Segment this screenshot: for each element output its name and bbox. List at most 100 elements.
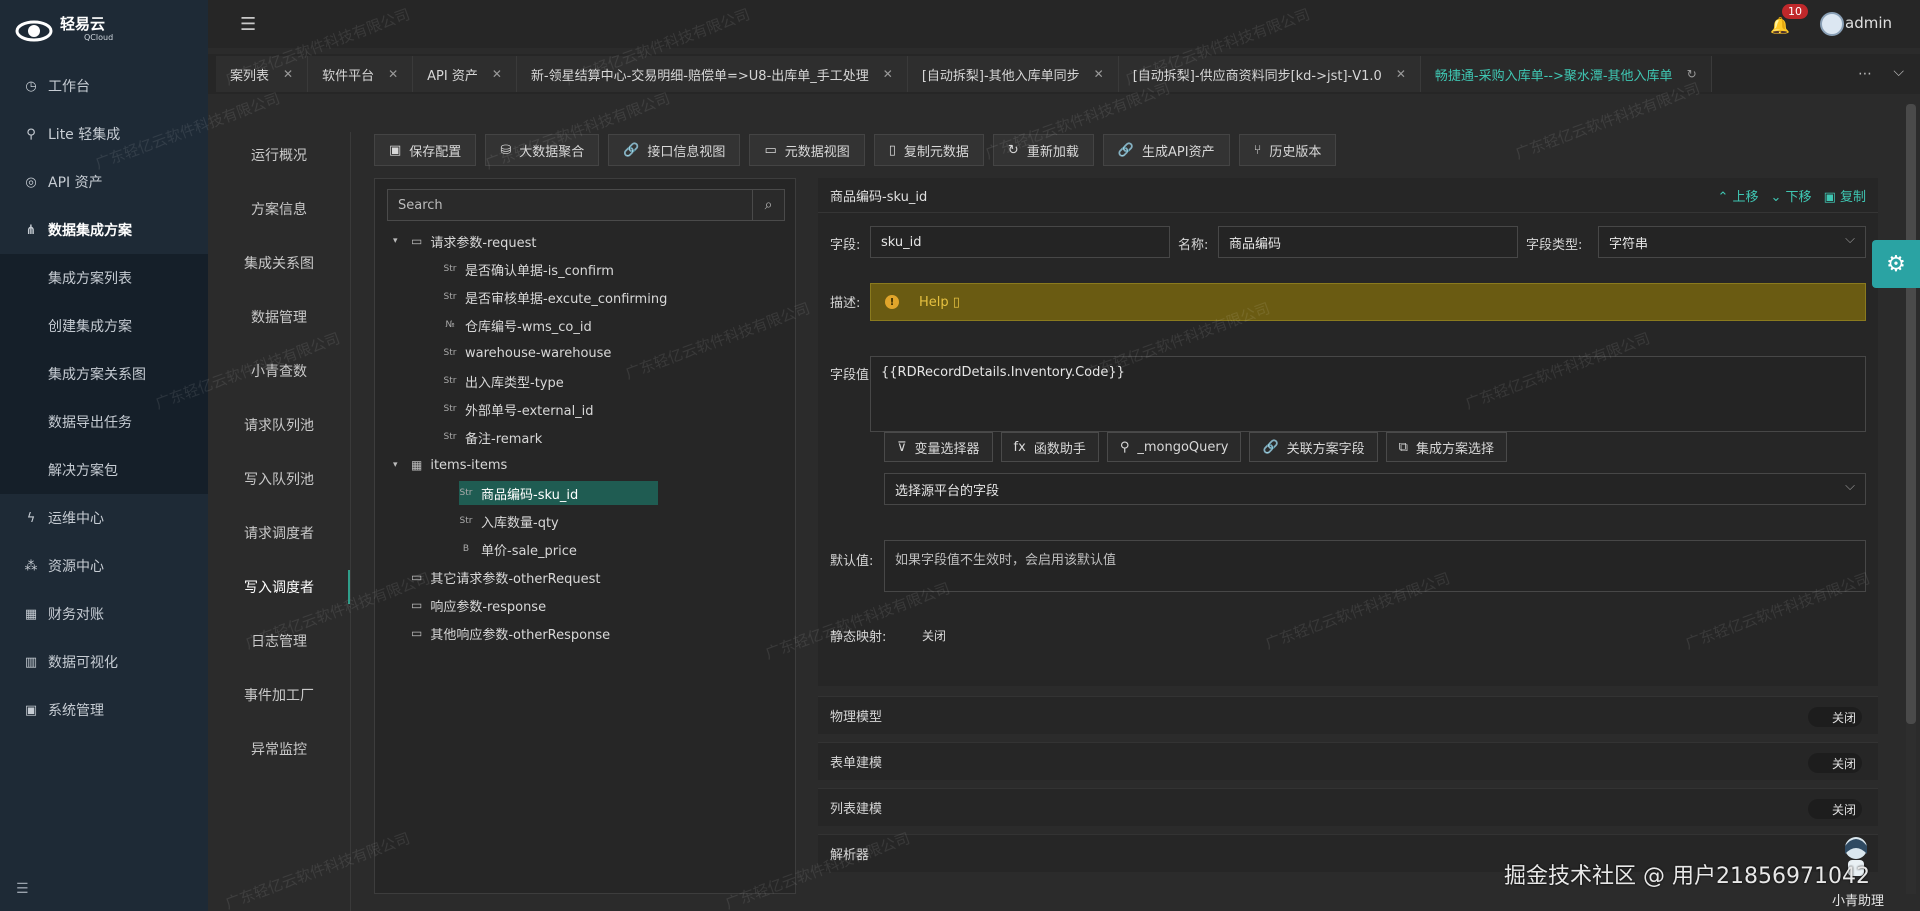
avatar[interactable] xyxy=(1820,12,1844,36)
type-select[interactable]: 字符串 xyxy=(1598,226,1866,258)
field-input[interactable]: sku_id xyxy=(870,226,1170,258)
helper-button-1[interactable]: fx 函数助手 xyxy=(1000,432,1099,462)
source-field-select[interactable]: 选择源平台的字段 xyxy=(884,473,1866,505)
tab-3[interactable]: 新-领星结算中心-交易明细-赔偿单=>U8-出库单_手工处理 ✕ xyxy=(516,56,908,92)
toolbar-button-0[interactable]: ▣ 保存配置 xyxy=(374,134,477,166)
nav-item-6[interactable]: ▦ 财务对账 xyxy=(0,590,208,638)
tab-2[interactable]: API 资产 ✕ xyxy=(413,56,517,92)
toolbar-button-7[interactable]: ⑂ 历史版本 xyxy=(1238,134,1337,166)
tree-node[interactable]: Str 商品编码-sku_id xyxy=(459,481,659,505)
tab-0[interactable]: 案列表 ✕ xyxy=(216,56,309,92)
tab-1[interactable]: 软件平台 ✕ xyxy=(308,56,414,92)
submenu-item[interactable]: 运行概况 xyxy=(208,128,350,182)
toolbar-button-3[interactable]: ▭ 元数据视图 xyxy=(749,134,865,166)
submenu-item[interactable]: 请求调度者 xyxy=(208,506,350,560)
tree-node[interactable]: ▾ ▦ items-items xyxy=(393,453,507,477)
close-icon[interactable]: ✕ xyxy=(388,67,398,81)
tree-node[interactable]: Str 是否确认单据-is_confirm xyxy=(443,257,614,281)
logo[interactable]: 轻易云 QCloud xyxy=(0,0,208,62)
tree-node[interactable]: № 仓库编号-wms_co_id xyxy=(443,313,591,337)
nav-item-0[interactable]: ◷ 工作台 xyxy=(0,62,208,110)
tree-node[interactable]: Str 外部单号-external_id xyxy=(443,397,594,421)
tree-node[interactable]: Str warehouse-warehouse xyxy=(443,341,612,365)
tree-node[interactable]: ▭ 响应参数-response xyxy=(393,593,546,617)
tab-4[interactable]: [自动拆梨]-其他入库单同步 ✕ xyxy=(907,56,1119,92)
nav-subitem[interactable]: 解决方案包 xyxy=(0,446,208,494)
submenu-item[interactable]: 集成关系图 xyxy=(208,236,350,290)
toolbar-button-1[interactable]: ⛁ 大数据聚合 xyxy=(485,134,600,166)
nav-item-5[interactable]: ⁂ 资源中心 xyxy=(0,542,208,590)
submenu-item[interactable]: 写入调度者 xyxy=(208,560,350,614)
submenu-item[interactable]: 请求队列池 xyxy=(208,398,350,452)
caret-down-icon[interactable]: ▾ xyxy=(393,236,403,246)
tree-node[interactable]: B 单价-sale_price xyxy=(459,537,577,561)
static-mapping-toggle[interactable]: 关闭 xyxy=(922,627,946,644)
collapsible-section[interactable]: 表单建模 关闭 xyxy=(818,742,1878,780)
scrollbar-thumb[interactable] xyxy=(1906,104,1916,724)
section-toggle[interactable]: 关闭 xyxy=(1808,753,1862,773)
tab-5[interactable]: [自动拆梨]-供应商资料同步[kd->jst]-V1.0 ✕ xyxy=(1118,56,1421,92)
submenu-item[interactable]: 小青查数 xyxy=(208,344,350,398)
nav-item-7[interactable]: ▥ 数据可视化 xyxy=(0,638,208,686)
nav-item-8[interactable]: ▣ 系统管理 xyxy=(0,686,208,734)
value-textarea[interactable]: {{RDRecordDetails.Inventory.Code}} xyxy=(870,356,1866,432)
toolbar-button-2[interactable]: 🔗 接口信息视图 xyxy=(608,134,741,166)
copy-button[interactable]: ▣ 复制 xyxy=(1824,186,1866,205)
search-input[interactable] xyxy=(388,190,752,220)
toolbar-button-6[interactable]: 🔗 生成API资产 xyxy=(1102,134,1230,166)
more-tabs-icon[interactable]: ⋯ xyxy=(1858,66,1872,82)
tree-node[interactable]: Str 是否审核单据-excute_confirming xyxy=(443,285,668,309)
collapsible-section[interactable]: 物理模型 关闭 xyxy=(818,696,1878,734)
collapse-menu-icon[interactable]: ☰ xyxy=(16,881,29,897)
close-icon[interactable]: ✕ xyxy=(492,67,502,81)
helper-button-3[interactable]: 🔗 关联方案字段 xyxy=(1249,432,1378,462)
submenu-item[interactable]: 异常监控 xyxy=(208,722,350,776)
username[interactable]: admin xyxy=(1845,14,1892,32)
nav-subitem[interactable]: 集成方案列表 xyxy=(0,254,208,302)
move-up-button[interactable]: ⌃ 上移 xyxy=(1717,186,1758,205)
helper-button-0[interactable]: ⊽ 变量选择器 xyxy=(884,432,993,462)
submenu-item[interactable]: 数据管理 xyxy=(208,290,350,344)
close-icon[interactable]: ✕ xyxy=(883,67,893,81)
submenu-item[interactable]: 写入队列池 xyxy=(208,452,350,506)
section-toggle[interactable]: 关闭 xyxy=(1808,707,1862,727)
gear-icon[interactable]: ⚙ xyxy=(1872,240,1920,288)
search-icon[interactable]: ⌕ xyxy=(752,190,784,220)
tree-node[interactable]: Str 入库数量-qty xyxy=(459,509,559,533)
collapsible-section[interactable]: 列表建模 关闭 xyxy=(818,788,1878,826)
helper-button-2[interactable]: ⚲ _mongoQuery xyxy=(1106,432,1242,462)
nav-item-2[interactable]: ◎ API 资产 xyxy=(0,158,208,206)
nav-subitem[interactable]: 创建集成方案 xyxy=(0,302,208,350)
menu-toggle-icon[interactable]: ☰ xyxy=(240,14,256,35)
caret-down-icon[interactable]: ▾ xyxy=(393,460,403,470)
tree-node[interactable]: ▭ 其他响应参数-otherResponse xyxy=(393,621,610,645)
tree-node[interactable]: Str 备注-remark xyxy=(443,425,543,449)
nav-subitem[interactable]: 数据导出任务 xyxy=(0,398,208,446)
nav-item-3[interactable]: ⋔ 数据集成方案 xyxy=(0,206,208,254)
default-value-textarea[interactable]: 如果字段值不生效时，会启用该默认值 xyxy=(884,540,1866,592)
refresh-icon[interactable]: ↻ xyxy=(1687,67,1697,81)
type-icon: Str xyxy=(459,488,473,498)
move-down-button[interactable]: ⌄ 下移 xyxy=(1771,186,1812,205)
tabs-dropdown-icon[interactable]: ⌵ xyxy=(1893,64,1904,80)
submenu-item[interactable]: 方案信息 xyxy=(208,182,350,236)
help-link[interactable]: Help ▯ xyxy=(919,295,960,310)
tree-node[interactable]: ▭ 其它请求参数-otherRequest xyxy=(393,565,600,589)
nav-item-4[interactable]: ϟ 运维中心 xyxy=(0,494,208,542)
nav-item-1[interactable]: ⚲ Lite 轻集成 xyxy=(0,110,208,158)
close-icon[interactable]: ✕ xyxy=(283,67,293,81)
close-icon[interactable]: ✕ xyxy=(1396,67,1406,81)
tree-node[interactable]: ▾ ▭ 请求参数-request xyxy=(393,229,536,253)
close-icon[interactable]: ✕ xyxy=(1094,67,1104,81)
nav-subitem[interactable]: 集成方案关系图 xyxy=(0,350,208,398)
toolbar-button-4[interactable]: ▯ 复制元数据 xyxy=(873,134,984,166)
name-input[interactable]: 商品编码 xyxy=(1218,226,1518,258)
submenu-item[interactable]: 事件加工厂 xyxy=(208,668,350,722)
tree-node[interactable]: Str 出入库类型-type xyxy=(443,369,564,393)
submenu-item[interactable]: 日志管理 xyxy=(208,614,350,668)
assistant-label[interactable]: 小青助理 xyxy=(1832,890,1884,909)
helper-button-4[interactable]: ⧉ 集成方案选择 xyxy=(1385,432,1507,462)
tab-6[interactable]: 畅捷通-采购入库单-->聚水潭-其他入库单 ↻ xyxy=(1420,56,1712,92)
toolbar-button-5[interactable]: ↻ 重新加载 xyxy=(992,134,1094,166)
section-toggle[interactable]: 关闭 xyxy=(1808,799,1862,819)
